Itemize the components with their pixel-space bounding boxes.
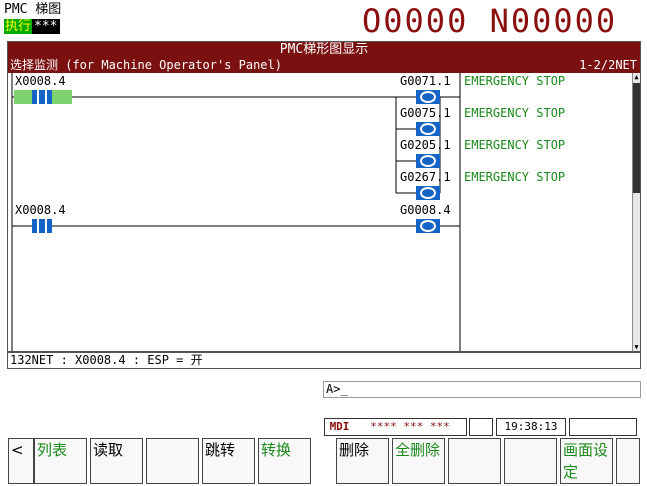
status-cell-empty <box>469 418 493 436</box>
ladder-scrollbar[interactable]: ▲ ▼ <box>632 73 640 352</box>
rung-1[interactable]: X0008.4 G0071.1 EMERGENCY STOP G0075.1 E… <box>12 74 565 200</box>
scroll-thumb[interactable] <box>633 83 640 193</box>
rung1-contact-label: X0008.4 <box>15 74 66 88</box>
scroll-up-icon[interactable]: ▲ <box>633 73 640 81</box>
key-input-buffer[interactable]: A>_ <box>323 381 641 398</box>
softkey-list-button[interactable]: 列表 <box>34 438 87 484</box>
screen-title: PMC 梯图 <box>4 2 62 17</box>
window-subtitle-bar: 选择监测 (for Machine Operator's Panel) 1-2/… <box>8 58 640 73</box>
coil-icon[interactable] <box>416 90 440 104</box>
softkey-read-button[interactable]: 读取 <box>90 438 143 484</box>
softkey-convert-button[interactable]: 转换 <box>258 438 311 484</box>
coil-label: G0071.1 <box>400 74 451 88</box>
softkey-next-button[interactable] <box>616 438 640 484</box>
rung-2[interactable]: X0008.4 G0008.4 <box>12 203 460 233</box>
clock: 19:38:13 <box>496 418 566 436</box>
mode-label: 执行 <box>4 19 33 34</box>
coil-icon[interactable] <box>416 122 440 136</box>
softkey-jump-button[interactable]: 跳转 <box>202 438 255 484</box>
rung2-contact-label: X0008.4 <box>15 203 66 217</box>
coil-label: G0205.1 <box>400 138 451 152</box>
softkey-blank-1[interactable] <box>146 438 199 484</box>
coil-comment: EMERGENCY STOP <box>464 74 565 88</box>
coil-icon[interactable] <box>416 186 440 200</box>
window-subtitle: 选择监测 (for Machine Operator's Panel) <box>10 58 282 72</box>
window-title: PMC梯形图显示 <box>8 42 640 58</box>
rung1-contact-icon[interactable] <box>32 90 52 104</box>
run-mode-indicator: 执行 *** <box>4 19 60 35</box>
coil-label: G0267.1 <box>400 170 451 184</box>
softkey-blank-3[interactable] <box>504 438 557 484</box>
coil-icon[interactable] <box>416 154 440 168</box>
net-range: 1-2/2NET <box>579 58 637 72</box>
status-indicator: **** *** *** <box>354 418 467 436</box>
coil-label: G0008.4 <box>400 203 451 217</box>
softkey-delete-all-button[interactable]: 全删除 <box>392 438 445 484</box>
softkey-prev-button[interactable]: < <box>8 438 34 484</box>
rung2-contact-icon[interactable] <box>32 219 52 233</box>
ladder-window: PMC梯形图显示 选择监测 (for Machine Operator's Pa… <box>7 41 641 353</box>
scroll-down-icon[interactable]: ▼ <box>633 343 640 351</box>
mode-indicator: MDI <box>324 418 354 436</box>
coil-comment: EMERGENCY STOP <box>464 170 565 184</box>
mode-stars: *** <box>32 19 60 34</box>
softkey-bar: < 列表 读取 跳转 转换 删除 全删除 画面设定 <box>8 438 640 484</box>
status-cell-empty-2 <box>569 418 637 436</box>
softkey-delete-button[interactable]: 删除 <box>336 438 389 484</box>
coil-comment: EMERGENCY STOP <box>464 106 565 120</box>
softkey-screen-settings-button[interactable]: 画面设定 <box>560 438 613 484</box>
coil-icon[interactable] <box>416 219 440 233</box>
program-number: O0000 N00000 <box>362 2 618 40</box>
signal-status-line: 132NET : X0008.4 : ESP = 开 <box>7 351 641 369</box>
ladder-diagram: X0008.4 G0071.1 EMERGENCY STOP G0075.1 E… <box>11 73 565 352</box>
coil-comment: EMERGENCY STOP <box>464 138 565 152</box>
coil-label: G0075.1 <box>400 106 451 120</box>
softkey-blank-2[interactable] <box>448 438 501 484</box>
